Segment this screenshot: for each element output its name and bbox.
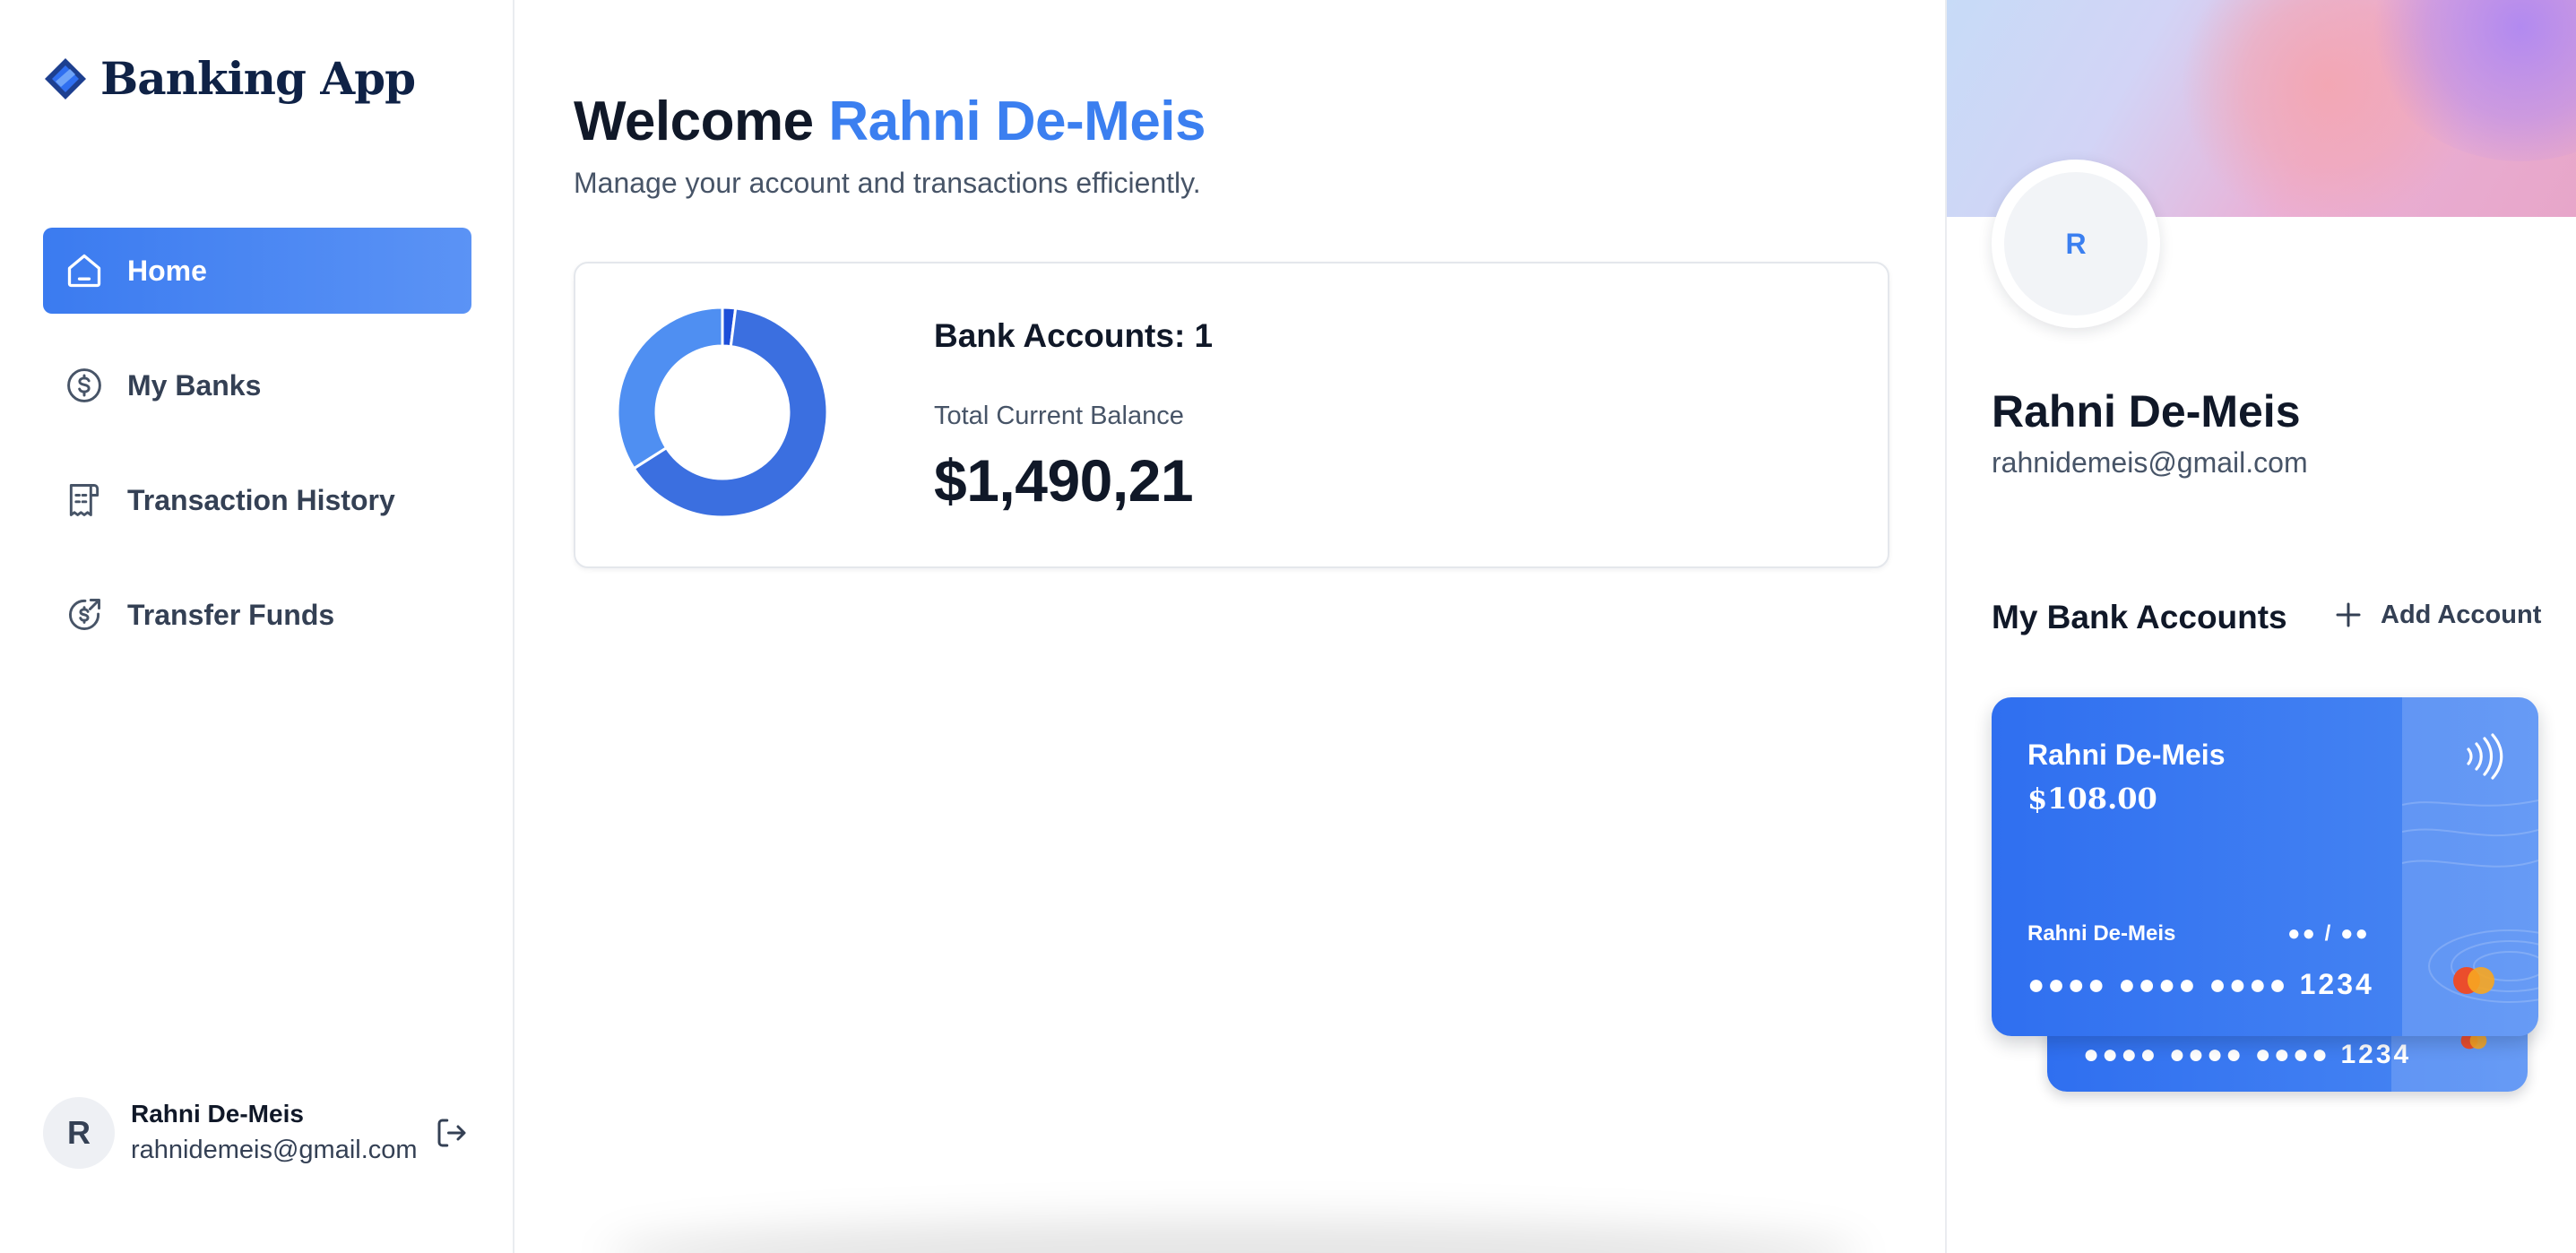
my-bank-accounts-title: My Bank Accounts xyxy=(1992,599,2287,635)
right-sidebar: R Rahni De-Meis rahnidemeis@gmail.com My… xyxy=(1945,0,2576,1253)
avatar[interactable]: R xyxy=(43,1097,115,1169)
contactless-icon xyxy=(2467,733,2503,780)
profile-avatar[interactable]: R xyxy=(1992,160,2160,328)
mastercard-icon xyxy=(2453,967,2494,994)
sidebar-item-label: Transaction History xyxy=(127,483,395,516)
receipt-icon xyxy=(63,479,106,522)
page-title: Welcome Rahni De-Meis xyxy=(574,90,1206,153)
sidebar-user-info: Rahni De-Meis rahnidemeis@gmail.com xyxy=(131,1097,418,1169)
sidebar-item-my-banks[interactable]: My Banks xyxy=(43,342,471,428)
sidebar-item-home[interactable]: Home xyxy=(43,228,471,314)
card-balance: $108.00 xyxy=(2027,782,2157,816)
bottom-shadow xyxy=(606,1219,1861,1253)
card-number: ●●●● ●●●● ●●●● 1234 xyxy=(2083,1040,2412,1069)
app-root: Banking App Home My Banks Transaction Hi… xyxy=(0,0,2576,1253)
total-balance-amount: $1,490,21 xyxy=(934,447,1194,514)
logout-icon[interactable] xyxy=(430,1111,473,1154)
sidebar-item-label: Home xyxy=(127,254,207,287)
sidebar-item-transaction-history[interactable]: Transaction History xyxy=(43,457,471,543)
add-account-label: Add Account xyxy=(2381,600,2542,629)
home-icon xyxy=(63,249,106,292)
donut-slice xyxy=(617,307,724,471)
welcome-user-name: Rahni De-Meis xyxy=(828,91,1206,152)
bank-accounts-count: Bank Accounts: 1 xyxy=(934,317,1214,354)
balance-donut-chart xyxy=(617,307,828,518)
sidebar: Banking App Home My Banks Transaction Hi… xyxy=(0,0,514,1253)
total-balance-card: Bank Accounts: 1 Total Current Balance $… xyxy=(574,262,1889,568)
money-send-icon xyxy=(63,593,106,636)
total-balance-label: Total Current Balance xyxy=(934,402,1184,430)
add-account-button[interactable]: Add Account xyxy=(2332,599,2541,631)
sidebar-item-label: Transfer Funds xyxy=(127,598,335,631)
card-account-name: Rahni De-Meis xyxy=(2027,739,2226,771)
card-holder-name: Rahni De-Meis xyxy=(2027,921,2176,946)
sidebar-user-email: rahnidemeis@gmail.com xyxy=(131,1136,418,1164)
dollar-circle-icon xyxy=(63,364,106,407)
plus-icon xyxy=(2336,602,2361,627)
sidebar-item-label: My Banks xyxy=(127,368,262,402)
card-number: ●●●● ●●●● ●●●● 1234 xyxy=(2027,968,2374,1000)
welcome-text: Welcome xyxy=(574,91,814,152)
card-expiry: ●● / ●● xyxy=(2287,921,2370,946)
logo-icon xyxy=(45,57,86,99)
profile-name: Rahni De-Meis xyxy=(1992,386,2301,436)
sidebar-user-name: Rahni De-Meis xyxy=(131,1100,304,1128)
main-content: Welcome Rahni De-Meis Manage your accoun… xyxy=(516,0,1945,1253)
sidebar-nav: Home My Banks Transaction History Transf… xyxy=(43,228,471,687)
sidebar-user: R Rahni De-Meis rahnidemeis@gmail.com xyxy=(43,1097,473,1169)
sidebar-item-transfer-funds[interactable]: Transfer Funds xyxy=(43,572,471,658)
brand-name: Banking App xyxy=(100,52,416,105)
brand-logo[interactable]: Banking App xyxy=(43,52,416,105)
profile-email: rahnidemeis@gmail.com xyxy=(1992,446,2308,479)
bank-card[interactable]: Rahni De-Meis $108.00 Rahni De-Meis ●● /… xyxy=(1992,697,2538,1036)
page-subtitle: Manage your account and transactions eff… xyxy=(574,167,1201,199)
